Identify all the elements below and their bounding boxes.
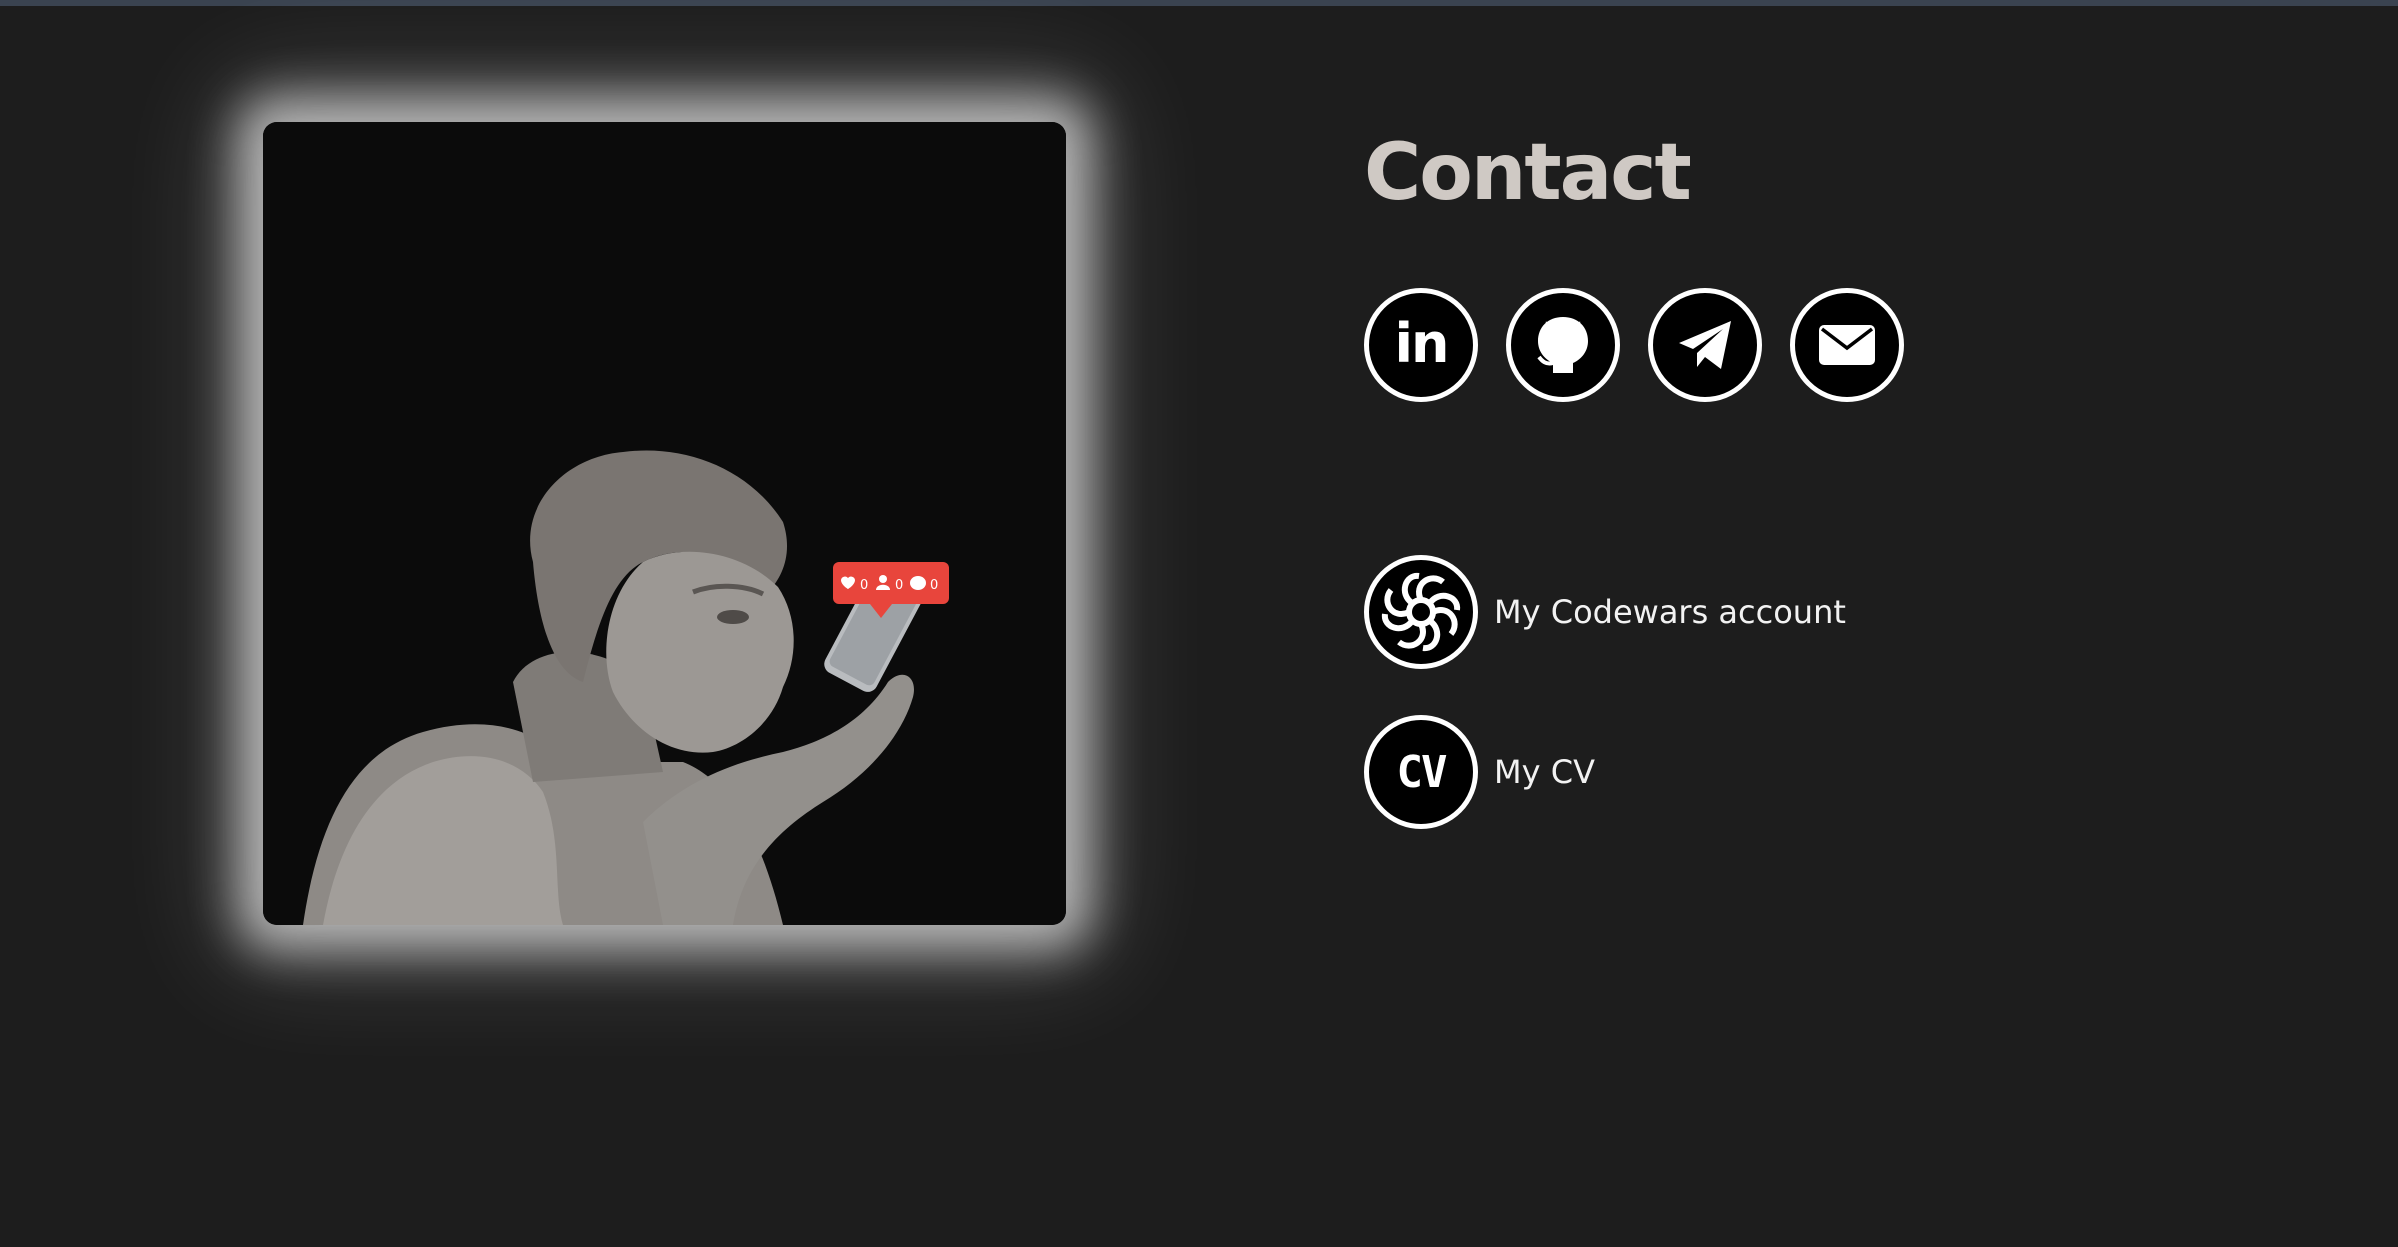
- linkedin-icon: in: [1394, 311, 1450, 375]
- social-links: in: [1364, 288, 1904, 402]
- cv-icon: CV: [1396, 746, 1448, 798]
- codewars-button[interactable]: [1364, 555, 1478, 669]
- svg-text:0: 0: [860, 578, 868, 593]
- cv-link-label[interactable]: My CV: [1494, 753, 1595, 791]
- telegram-icon: [1679, 321, 1731, 369]
- profile-image: 0 0 0: [263, 122, 1066, 925]
- github-icon: [1537, 317, 1588, 373]
- statue-illustration: 0 0 0: [263, 122, 1066, 925]
- codewars-link[interactable]: My Codewars account: [1364, 555, 1846, 669]
- email-icon: [1819, 325, 1875, 365]
- cv-link[interactable]: CV My CV: [1364, 715, 1595, 829]
- top-strip: [0, 0, 2398, 6]
- codewars-link-label[interactable]: My Codewars account: [1494, 593, 1846, 631]
- codewars-icon: [1381, 572, 1461, 652]
- linkedin-button[interactable]: in: [1364, 288, 1478, 402]
- github-button[interactable]: [1506, 288, 1620, 402]
- telegram-button[interactable]: [1648, 288, 1762, 402]
- svg-text:0: 0: [895, 578, 903, 593]
- svg-text:0: 0: [930, 578, 938, 593]
- cv-button[interactable]: CV: [1364, 715, 1478, 829]
- page-title: Contact: [1364, 128, 1692, 218]
- email-button[interactable]: [1790, 288, 1904, 402]
